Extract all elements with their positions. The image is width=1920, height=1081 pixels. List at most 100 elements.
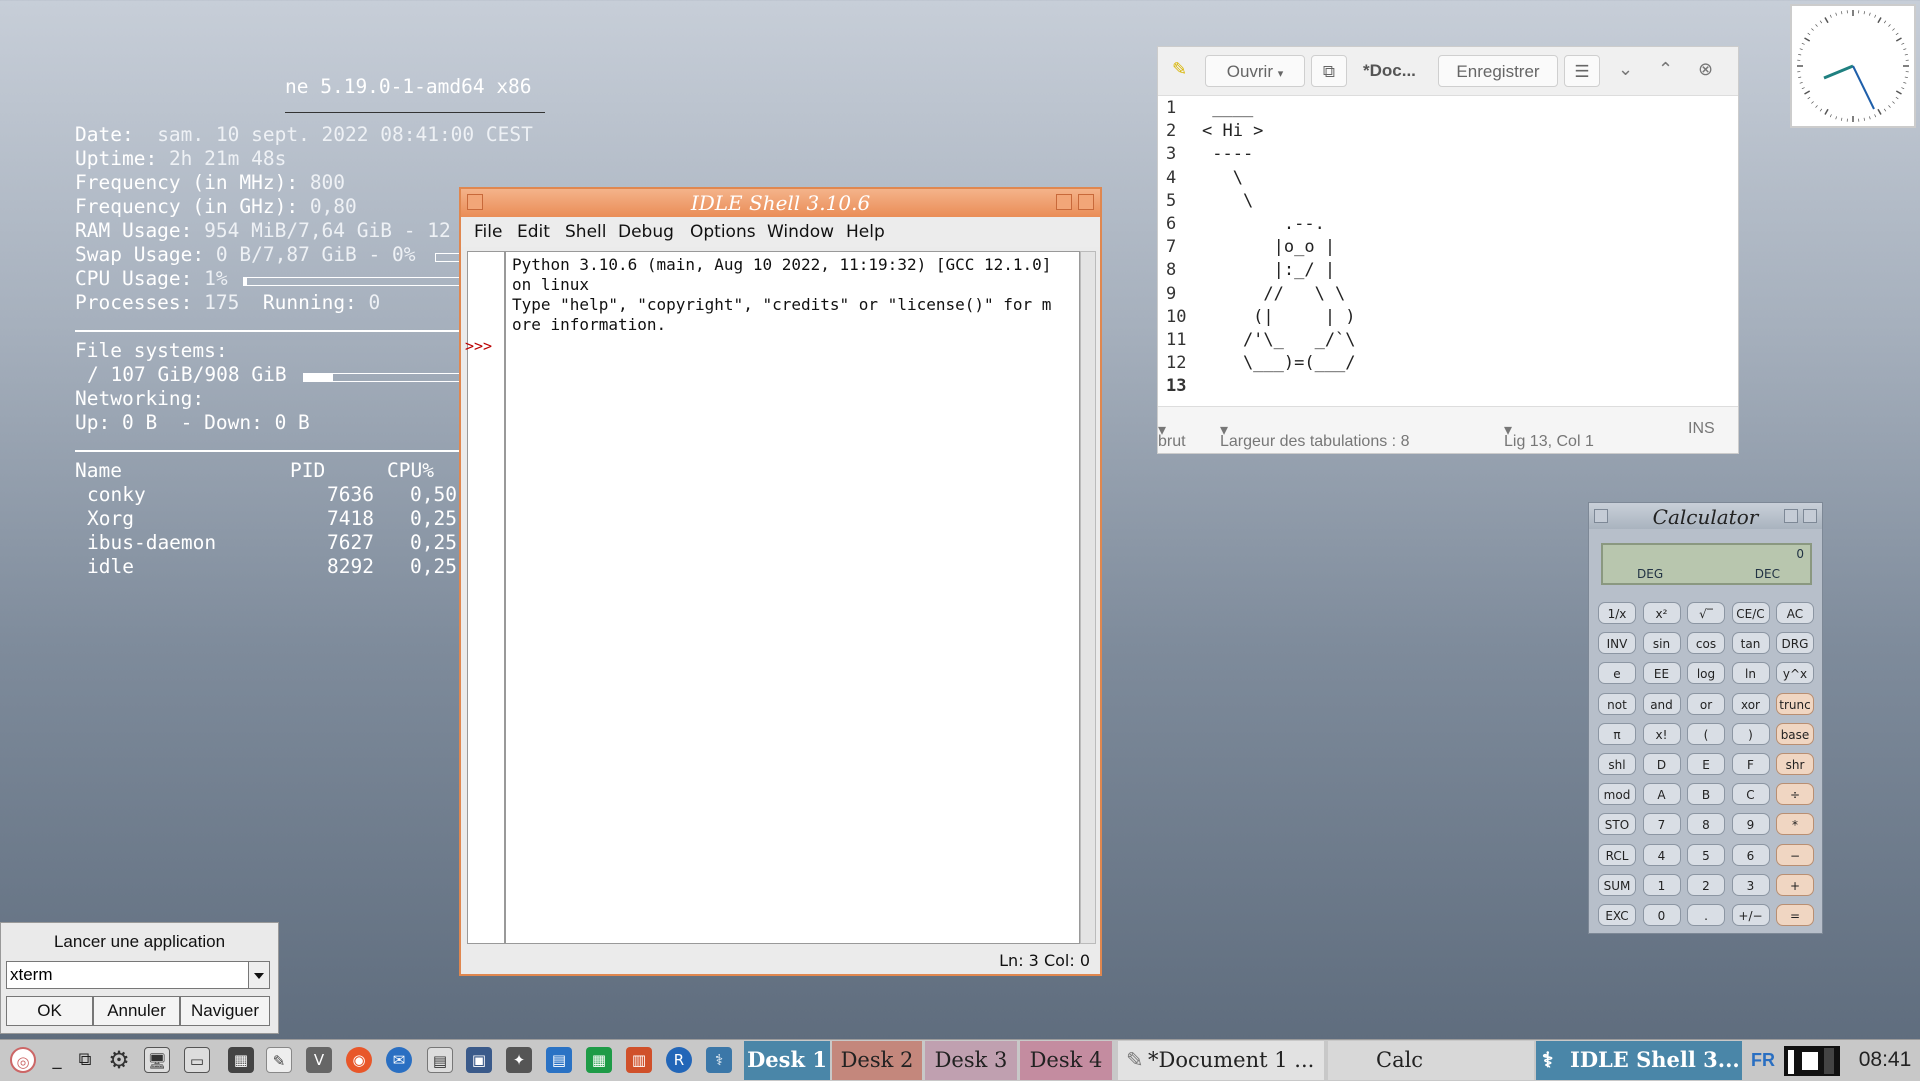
desk-2-button[interactable]: Desk 2	[832, 1041, 922, 1080]
calc-key[interactable]: 5	[1687, 844, 1725, 866]
calc-key[interactable]: trunc	[1776, 693, 1814, 715]
calc-key[interactable]: and	[1643, 693, 1681, 715]
calc-key[interactable]: F	[1732, 753, 1770, 775]
calc-key[interactable]: sin	[1643, 632, 1681, 654]
calc-key[interactable]: xor	[1732, 693, 1770, 715]
calc-key[interactable]: 9	[1732, 813, 1770, 835]
close-icon[interactable]: ⊗	[1698, 59, 1713, 80]
calc-key[interactable]: or	[1687, 693, 1725, 715]
keyboard-layout-indicator[interactable]: FR	[1748, 1041, 1778, 1080]
calc-key[interactable]: base	[1776, 723, 1814, 745]
terminal-icon[interactable]: ▭	[184, 1047, 210, 1073]
taskbar-window-idle[interactable]: ⚕ IDLE Shell 3...	[1536, 1041, 1742, 1080]
menu-file[interactable]: File	[474, 222, 502, 242]
calc-key[interactable]: 3	[1732, 874, 1770, 896]
calc-key[interactable]: EXC	[1598, 904, 1636, 926]
firefox-icon[interactable]: ◉	[346, 1047, 372, 1073]
open-button[interactable]: Ouvrir ▾	[1205, 55, 1305, 87]
language-selector[interactable]: brut ▾	[1158, 420, 1166, 440]
vim-icon[interactable]: V	[306, 1047, 332, 1073]
calc-key[interactable]: AC	[1776, 602, 1814, 624]
calc-key[interactable]: ÷	[1776, 783, 1814, 805]
menu-edit[interactable]: Edit	[517, 222, 550, 242]
calculator-titlebar[interactable]: Calculator	[1589, 503, 1822, 529]
window-list-icon[interactable]: ⧉	[72, 1047, 98, 1073]
editor-area[interactable]: 1 ____2< Hi >3 ----4 \5 \6 .--.7 |o_o |8…	[1158, 96, 1738, 408]
calc-key[interactable]: EE	[1643, 662, 1681, 684]
calc-key[interactable]: π	[1598, 723, 1636, 745]
calc-key[interactable]: D	[1643, 753, 1681, 775]
menu-window[interactable]: Window	[767, 222, 834, 242]
calc-key[interactable]: (	[1687, 723, 1725, 745]
thunderbird-icon[interactable]: ✉	[386, 1047, 412, 1073]
calc-key[interactable]: *	[1776, 813, 1814, 835]
calc-key[interactable]: x!	[1643, 723, 1681, 745]
settings-gear-icon[interactable]: ⚙	[106, 1047, 132, 1073]
calc-key[interactable]: e	[1598, 662, 1636, 684]
ok-button[interactable]: OK	[6, 996, 93, 1026]
desk-3-button[interactable]: Desk 3	[925, 1041, 1017, 1080]
calc-key[interactable]: 0	[1643, 904, 1681, 926]
calc-key[interactable]: DRG	[1776, 632, 1814, 654]
calc-key[interactable]: y^x	[1776, 662, 1814, 684]
calculator-window[interactable]: Calculator 0 DEG DEC 1/xx²√‾CE/CACINVsin…	[1588, 502, 1823, 934]
calc-key[interactable]: +/−	[1732, 904, 1770, 926]
calc-key[interactable]: E	[1687, 753, 1725, 775]
minimize-button[interactable]	[1056, 194, 1072, 210]
gimp-icon[interactable]: ✦	[506, 1047, 532, 1073]
shell-text-area[interactable]: Python 3.10.6 (main, Aug 10 2022, 11:19:…	[505, 251, 1080, 944]
calc-key[interactable]: C	[1732, 783, 1770, 805]
command-input[interactable]: xterm	[6, 961, 249, 989]
history-dropdown[interactable]	[248, 961, 270, 989]
calc-key[interactable]: =	[1776, 904, 1814, 926]
presentation-icon[interactable]: ▣	[466, 1047, 492, 1073]
calc-key[interactable]: 1	[1643, 874, 1681, 896]
menu-options[interactable]: Options	[690, 222, 756, 242]
idle-titlebar[interactable]: IDLE Shell 3.10.6	[461, 189, 1100, 217]
gedit-window[interactable]: ✎ Ouvrir ▾ ⧉ *Doc... Enregistrer ☰ ⌄ ⌃ ⊗…	[1157, 46, 1739, 454]
calc-key[interactable]: cos	[1687, 632, 1725, 654]
text-editor-icon[interactable]: ✎	[266, 1047, 292, 1073]
vertical-scrollbar[interactable]	[1080, 251, 1096, 944]
calc-key[interactable]: shl	[1598, 753, 1636, 775]
calc-key[interactable]: x²	[1643, 602, 1681, 624]
calc-key[interactable]: −	[1776, 844, 1814, 866]
menu-shell[interactable]: Shell	[565, 222, 606, 242]
taskbar-window-document[interactable]: ✎ *Document 1 ...	[1118, 1041, 1324, 1080]
calc-key[interactable]: not	[1598, 693, 1636, 715]
menu-debug[interactable]: Debug	[618, 222, 674, 242]
calc-key[interactable]: 7	[1643, 813, 1681, 835]
python-icon[interactable]: ⚕	[706, 1047, 732, 1073]
desk-1-button[interactable]: Desk 1	[744, 1041, 830, 1080]
calc-key[interactable]: √‾	[1687, 602, 1725, 624]
menu-help[interactable]: Help	[846, 222, 885, 242]
calc-key[interactable]: +	[1776, 874, 1814, 896]
calc-key[interactable]: B	[1687, 783, 1725, 805]
writer-icon[interactable]: ▤	[546, 1047, 572, 1073]
computer-icon[interactable]: 🖥	[144, 1047, 170, 1073]
calc-key[interactable]: )	[1732, 723, 1770, 745]
calc-key[interactable]: ln	[1732, 662, 1770, 684]
calc-key[interactable]: log	[1687, 662, 1725, 684]
idle-shell-window[interactable]: IDLE Shell 3.10.6 File Edit Shell Debug …	[459, 187, 1102, 976]
desk-4-button[interactable]: Desk 4	[1020, 1041, 1112, 1080]
calc-key[interactable]: 4	[1643, 844, 1681, 866]
taskbar-window-calc[interactable]: Calc	[1328, 1041, 1534, 1080]
chevron-down-icon[interactable]: ⌄	[1618, 59, 1633, 80]
start-menu-icon[interactable]: ◎	[10, 1047, 36, 1073]
chevron-up-icon[interactable]: ⌃	[1658, 59, 1673, 80]
maximize-button[interactable]	[1803, 509, 1817, 523]
insert-mode[interactable]: INS	[1688, 420, 1715, 438]
minimize-button[interactable]	[1784, 509, 1798, 523]
browse-button[interactable]: Naviguer	[180, 996, 270, 1026]
cancel-button[interactable]: Annuler	[93, 996, 180, 1026]
maximize-button[interactable]	[1078, 194, 1094, 210]
calc-key[interactable]: shr	[1776, 753, 1814, 775]
cursor-position[interactable]: Lig 13, Col 1 ▾	[1504, 420, 1512, 440]
calc-key[interactable]: 8	[1687, 813, 1725, 835]
impress-icon[interactable]: ▥	[626, 1047, 652, 1073]
calc-key[interactable]: 2	[1687, 874, 1725, 896]
calculator-icon[interactable]: ▦	[228, 1047, 254, 1073]
save-button[interactable]: Enregistrer	[1438, 55, 1558, 87]
calc-key[interactable]: RCL	[1598, 844, 1636, 866]
